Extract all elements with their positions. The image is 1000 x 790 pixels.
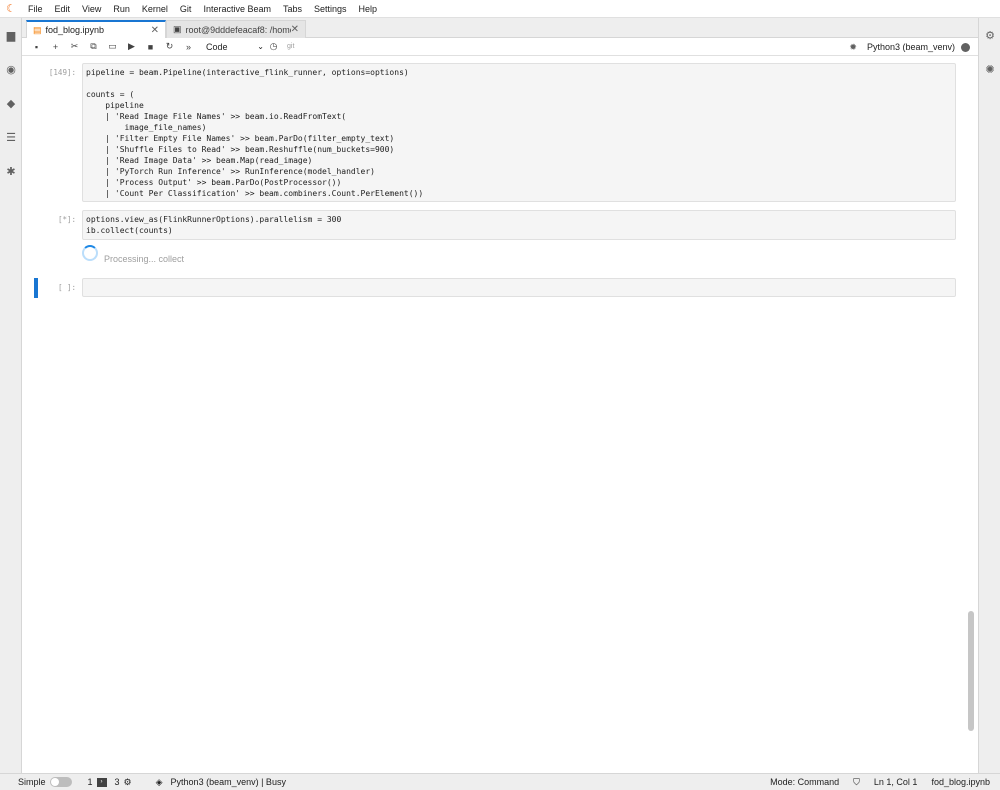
- bug-icon[interactable]: ✹: [849, 42, 857, 53]
- kernel-name: Python3 (beam_venv): [866, 42, 955, 52]
- stop-icon[interactable]: ■: [141, 38, 160, 56]
- extension-icon[interactable]: ✱: [4, 164, 18, 178]
- terminal-icon: ›: [96, 777, 107, 787]
- status-bar: Simple 1 › 3 ⚙ ◈ Python3 (beam_venv) | B…: [0, 773, 1000, 790]
- cell-prompt: [149]:: [48, 68, 76, 77]
- cell-type-label: Code: [206, 41, 228, 52]
- menu-run[interactable]: Run: [107, 0, 136, 18]
- toc-icon[interactable]: ☰: [4, 130, 18, 144]
- restart-icon[interactable]: ↻: [160, 38, 179, 56]
- cursor-position-label: Ln 1, Col 1: [873, 777, 918, 787]
- cell-prompt: [ ]:: [57, 283, 76, 292]
- kernel-indicator[interactable]: ✹ Python3 (beam_venv): [849, 38, 970, 56]
- notebook-area: [149]: pipeline = beam.Pipeline(interact…: [22, 56, 978, 773]
- kernel-status-label: Python3 (beam_venv) | Busy: [170, 777, 286, 787]
- code-line: | 'PyTorch Run Inference' >> RunInferenc…: [86, 167, 375, 176]
- cell-type-select[interactable]: Code ⌄: [206, 42, 264, 52]
- menu-edit[interactable]: Edit: [49, 0, 77, 18]
- menu-view[interactable]: View: [76, 0, 107, 18]
- menu-file[interactable]: File: [22, 0, 49, 18]
- code-line: image_file_names): [86, 123, 207, 132]
- add-cell-icon[interactable]: +: [46, 38, 65, 56]
- paste-icon[interactable]: ▭: [103, 38, 122, 56]
- code-line: | 'Process Output' >> beam.ParDo(PostPro…: [86, 178, 342, 187]
- property-inspector-icon[interactable]: ⚙: [983, 28, 997, 42]
- code-line: options.view_as(FlinkRunnerOptions).para…: [86, 215, 342, 224]
- menu-git[interactable]: Git: [174, 0, 198, 18]
- menu-help[interactable]: Help: [353, 0, 384, 18]
- notebook-icon: ▤: [33, 24, 42, 35]
- code-line: | 'Read Image File Names' >> beam.io.Rea…: [86, 112, 347, 121]
- gear-icon: ⚙: [123, 776, 132, 787]
- code-line: | 'Filter Empty File Names' >> beam.ParD…: [86, 134, 395, 143]
- menu-bar: ☾ File Edit View Run Kernel Git Interact…: [0, 0, 1000, 18]
- cursor-position[interactable]: Ln 1, Col 1: [874, 777, 918, 787]
- code-line: | 'Shuffle Files to Read' >> beam.Reshuf…: [86, 145, 395, 154]
- git-diff-button[interactable]: git: [287, 43, 294, 50]
- kernel-status[interactable]: ◈ Python3 (beam_venv) | Busy: [156, 777, 286, 788]
- menu-interactive-beam[interactable]: Interactive Beam: [197, 0, 277, 18]
- notebook-mode: Mode: Command: [770, 777, 839, 787]
- save-icon[interactable]: ▪: [27, 38, 46, 56]
- loading-spinner-icon: [82, 245, 98, 261]
- git-icon[interactable]: ◆: [4, 96, 18, 110]
- toggle-switch[interactable]: [49, 777, 72, 787]
- code-line: ib.collect(counts): [86, 226, 173, 235]
- notebook-mode-label: Mode: Command: [770, 777, 840, 787]
- menu-tabs[interactable]: Tabs: [277, 0, 308, 18]
- left-sidebar: ▆ ◉ ◆ ☰ ✱: [0, 18, 22, 773]
- code-line: | 'Count Per Classification' >> beam.com…: [86, 189, 424, 198]
- copy-icon[interactable]: ⧉: [84, 38, 103, 56]
- tab-bar: ▤ fod_blog.ipynb ✕ ▣ root@9dddefeacaf8: …: [22, 18, 978, 38]
- code-cell[interactable]: options.view_as(FlinkRunnerOptions).para…: [82, 210, 956, 240]
- chevron-down-icon: ⌄: [257, 42, 264, 51]
- cell-prompt: [*]:: [57, 215, 76, 224]
- simple-mode-label: Simple: [18, 777, 46, 787]
- cut-icon[interactable]: ✂: [65, 38, 84, 56]
- notebook-toolbar: ▪ + ✂ ⧉ ▭ ▶ ■ ↻ » Code ⌄ ◷ git ✹ Python3…: [22, 38, 978, 56]
- menu-settings[interactable]: Settings: [308, 0, 353, 18]
- tab-notebook-label: fod_blog.ipynb: [45, 25, 105, 35]
- debugger-icon[interactable]: ✺: [983, 62, 997, 76]
- terminal-count[interactable]: 3 ⚙: [115, 777, 132, 788]
- jupyter-logo-icon: ☾: [6, 3, 16, 15]
- code-line: pipeline = beam.Pipeline(interactive_fli…: [86, 68, 409, 77]
- run-icon[interactable]: ▶: [122, 38, 141, 56]
- tab-terminal[interactable]: ▣ root@9dddefeacaf8: /home ✕: [166, 20, 306, 38]
- kernel-count-value: 1: [87, 777, 93, 787]
- code-cell-empty[interactable]: [82, 278, 956, 297]
- menu-kernel[interactable]: Kernel: [136, 0, 174, 18]
- processing-status: Processing... collect: [104, 254, 185, 264]
- code-line: pipeline: [86, 101, 144, 110]
- kernel-status-icon: [961, 42, 970, 52]
- kernel-count[interactable]: 1 ›: [88, 777, 107, 787]
- code-icon: ◈: [155, 776, 163, 787]
- folder-icon[interactable]: ▆: [4, 28, 18, 42]
- trusted-icon[interactable]: ⛉: [853, 777, 860, 788]
- tab-notebook[interactable]: ▤ fod_blog.ipynb ✕: [26, 20, 166, 38]
- current-file-label: fod_blog.ipynb: [931, 777, 990, 787]
- terminal-count-value: 3: [114, 777, 120, 787]
- terminal-icon: ▣: [173, 24, 182, 34]
- close-icon[interactable]: ✕: [151, 25, 159, 36]
- code-line: | 'Read Image Data' >> beam.Map(read_ima…: [86, 156, 313, 165]
- current-file: fod_blog.ipynb: [931, 777, 990, 787]
- code-cell[interactable]: pipeline = beam.Pipeline(interactive_fli…: [82, 63, 956, 202]
- close-icon[interactable]: ✕: [291, 24, 299, 35]
- running-icon[interactable]: ◉: [4, 62, 18, 76]
- clock-icon[interactable]: ◷: [264, 38, 283, 56]
- simple-mode-toggle[interactable]: Simple: [18, 777, 72, 787]
- tab-terminal-label: root@9dddefeacaf8: /home: [185, 24, 291, 35]
- code-line: counts = (: [86, 90, 135, 99]
- scrollbar[interactable]: [968, 611, 974, 731]
- right-sidebar: ⚙ ✺: [978, 18, 1000, 773]
- fast-forward-icon[interactable]: »: [179, 38, 198, 56]
